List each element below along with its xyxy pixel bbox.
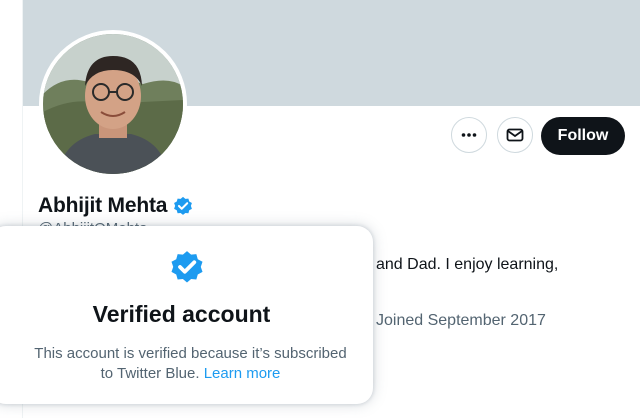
follow-button[interactable]: Follow bbox=[541, 117, 625, 155]
joined-date: Joined September 2017 bbox=[376, 312, 546, 329]
popover-description: This account is verified because it’s su… bbox=[8, 344, 373, 384]
popover-description-line1: This account is verified because it’s su… bbox=[34, 345, 347, 362]
popover-title: Verified account bbox=[92, 301, 271, 327]
profile-name: Abhijit Mehta bbox=[38, 194, 168, 217]
verified-popover: Verified account This account is verifie… bbox=[0, 226, 373, 404]
avatar[interactable] bbox=[39, 30, 187, 178]
profile-name-row: Abhijit Mehta bbox=[38, 194, 194, 218]
profile-bio: and Dad. I enjoy learning, bbox=[376, 256, 559, 273]
learn-more-link[interactable]: Learn more bbox=[204, 365, 281, 382]
envelope-icon bbox=[506, 128, 524, 142]
popover-description-text: to Twitter Blue. bbox=[100, 365, 200, 382]
popover-description-line2: to Twitter Blue. Learn more bbox=[8, 364, 373, 384]
verified-badge-icon[interactable] bbox=[172, 195, 194, 217]
more-button[interactable] bbox=[451, 117, 487, 153]
message-button[interactable] bbox=[497, 117, 533, 153]
verified-badge-icon bbox=[171, 251, 203, 283]
more-horizontal-icon bbox=[461, 133, 477, 137]
